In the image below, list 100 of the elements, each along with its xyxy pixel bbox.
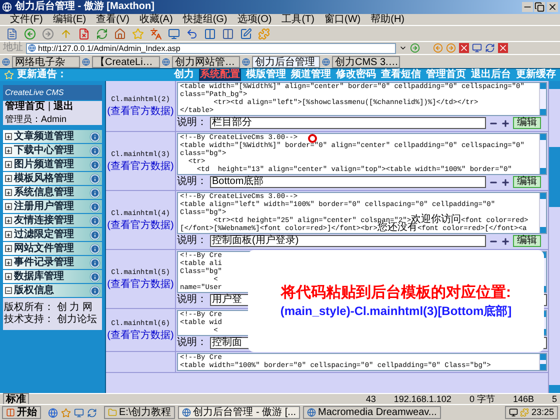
description-field[interactable]: Bottom底部 [210, 176, 486, 188]
menu-item[interactable]: 查看(V) [96, 14, 130, 26]
monitor-icon[interactable] [168, 28, 180, 40]
sidebar-item[interactable]: 模板风格管理 [3, 172, 102, 185]
code-textarea[interactable] [177, 133, 547, 175]
browser-tab[interactable]: 创力网站管… [172, 56, 240, 68]
taskbar-button[interactable]: E:\创力教程 [104, 406, 176, 419]
taskbar-button[interactable]: 创力后台管理 - 傲游 [... [178, 406, 300, 419]
menu-item[interactable]: 文件(F) [10, 14, 43, 26]
official-data-link[interactable]: (查看官方数据) [107, 330, 174, 341]
scrollbar[interactable] [539, 193, 546, 233]
refresh-icon[interactable] [96, 28, 108, 40]
sidebar-item[interactable]: 文章频道管理 [3, 130, 102, 143]
official-data-link[interactable]: (查看官方数据) [107, 106, 174, 117]
info-icon[interactable] [90, 188, 100, 198]
close-all-icon[interactable] [498, 43, 508, 53]
stop-icon[interactable] [78, 28, 90, 40]
start-button[interactable]: 开始 [2, 406, 41, 419]
info-icon[interactable] [90, 258, 100, 268]
info-icon[interactable] [90, 160, 100, 170]
official-data-link[interactable]: (查看官方数据) [107, 278, 174, 290]
expand-icon[interactable] [5, 231, 12, 238]
info-icon[interactable] [90, 286, 100, 296]
scrollbar[interactable] [539, 354, 546, 370]
sidebar-item[interactable]: 过滤限定管理 [3, 228, 102, 241]
info-icon[interactable] [90, 146, 100, 156]
official-data-link[interactable]: (查看官方数据) [107, 160, 174, 172]
screen-icon[interactable] [472, 43, 482, 53]
expand-icon[interactable] [5, 273, 12, 280]
menu-item[interactable]: 快捷组(G) [182, 14, 228, 26]
menu-item[interactable]: 工具(T) [282, 14, 314, 26]
restore-icon[interactable] [534, 2, 545, 12]
translate-icon[interactable] [150, 28, 162, 40]
info-icon[interactable] [90, 216, 100, 226]
page-scrollbar[interactable] [548, 81, 560, 393]
edit-button[interactable]: 编辑 [513, 176, 541, 188]
new-page-icon[interactable] [6, 28, 18, 40]
sidebar-item[interactable]: 网站文件管理 [3, 242, 102, 255]
edit-button[interactable]: 编辑 [513, 235, 541, 247]
panel-icon[interactable] [222, 28, 234, 40]
desktop-icon[interactable] [74, 408, 84, 418]
star-icon[interactable] [132, 28, 144, 40]
logout-link[interactable]: 退出 [54, 101, 74, 113]
expand-icon[interactable] [5, 147, 12, 154]
menu-item[interactable]: 选项(O) [237, 14, 272, 26]
sidebar-item[interactable]: 友情连接管理 [3, 214, 102, 227]
nav-link[interactable]: 系统配置 [199, 69, 241, 81]
edit-icon[interactable] [240, 28, 252, 40]
network-icon[interactable] [509, 408, 518, 417]
home-icon[interactable] [114, 28, 126, 40]
sidebar-item[interactable]: 下载中心管理 [3, 144, 102, 157]
menu-item[interactable]: 编辑(E) [52, 14, 86, 26]
sidebar-item[interactable]: 版权信息 [3, 284, 102, 297]
home-link[interactable]: 管理首页 [5, 101, 45, 113]
undo-icon[interactable] [186, 28, 198, 40]
columns-icon[interactable] [204, 28, 216, 40]
sidebar-item[interactable]: 事件记录管理 [3, 256, 102, 269]
browser-tab[interactable]: 【CreateLi… [92, 56, 160, 68]
minimize-icon[interactable] [522, 2, 533, 12]
menu-item[interactable]: 窗口(W) [324, 14, 361, 26]
official-data-link[interactable]: (查看官方数据) [107, 220, 174, 231]
dropdown-icon[interactable] [399, 44, 407, 52]
address-field[interactable]: http://127.0.0.1/Admin/Admin_Index.asp [26, 42, 396, 54]
info-icon[interactable] [90, 244, 100, 254]
refresh-all-icon[interactable] [485, 43, 495, 53]
sidebar-item[interactable]: 系统信息管理 [3, 186, 102, 199]
expand-icon[interactable] [5, 133, 12, 140]
description-field[interactable]: 控制面板(用户登录) [210, 235, 486, 247]
expand-icon[interactable] [5, 217, 12, 224]
expand-icon[interactable] [501, 236, 510, 246]
expand-icon[interactable] [5, 245, 12, 252]
expand-icon[interactable] [5, 175, 12, 182]
expand-icon[interactable] [5, 203, 12, 210]
browser-icon[interactable] [48, 408, 58, 418]
info-icon[interactable] [90, 202, 100, 212]
sidebar-item[interactable]: 注册用户管理 [3, 200, 102, 213]
browser-tab[interactable]: 创力CMS 3.… [332, 56, 400, 68]
expand-icon[interactable] [5, 161, 12, 168]
sidebar-item[interactable]: 数据库管理 [3, 270, 102, 283]
expand-icon[interactable] [501, 118, 510, 128]
description-field[interactable]: 栏目部分 [210, 117, 486, 129]
info-icon[interactable] [90, 174, 100, 184]
info-icon[interactable] [90, 230, 100, 240]
menu-item[interactable]: 收藏(A) [139, 14, 173, 26]
code-textarea[interactable] [177, 192, 547, 234]
scrollbar[interactable] [539, 134, 546, 174]
close-tab-icon[interactable] [459, 43, 469, 53]
info-icon[interactable] [90, 132, 100, 142]
collapse-icon[interactable] [5, 287, 12, 294]
expand-icon[interactable] [5, 189, 12, 196]
sidebar-item[interactable]: 图片频道管理 [3, 158, 102, 171]
browser-tab[interactable]: 创力后台管理 [252, 56, 320, 68]
close-icon[interactable] [547, 2, 558, 12]
expand-icon[interactable] [501, 178, 510, 186]
edit-button[interactable]: 编辑 [513, 117, 541, 129]
menu-item[interactable]: 帮助(H) [370, 14, 404, 26]
scrollbar[interactable] [539, 83, 546, 115]
taskbar-button[interactable]: Macromedia Dreamweav... [303, 406, 441, 419]
info-icon[interactable] [90, 272, 100, 282]
expand-icon[interactable] [5, 259, 12, 266]
